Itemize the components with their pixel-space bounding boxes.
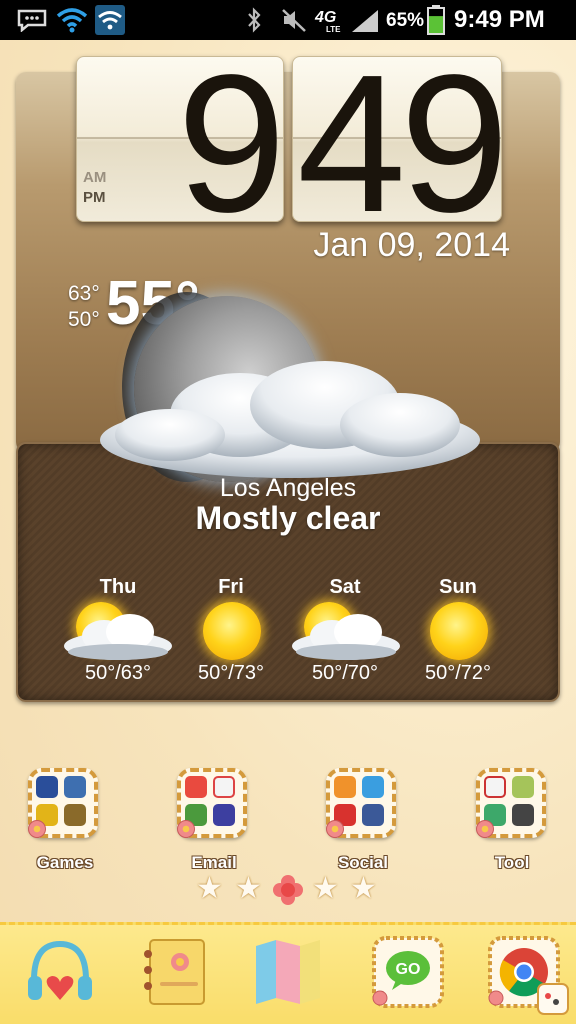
svg-text:GO: GO bbox=[396, 961, 421, 978]
battery-icon bbox=[427, 5, 445, 35]
weather-condition: Mostly clear bbox=[195, 500, 381, 536]
go-sms-app-icon[interactable]: GO bbox=[372, 936, 444, 1008]
battery-percent: 65% bbox=[386, 10, 425, 31]
signal-icon bbox=[352, 10, 378, 32]
high-temp: 63° bbox=[68, 282, 100, 305]
forecast-day-thu: Thu bbox=[99, 576, 137, 598]
low-temp: 50° bbox=[68, 308, 100, 331]
flower-badge-icon bbox=[28, 820, 46, 838]
sunny-icon bbox=[203, 602, 261, 660]
page-indicator-5[interactable]: ★ bbox=[350, 874, 377, 904]
folder-label-social: Social bbox=[337, 853, 389, 872]
forecast-range-thu: 50°/63° bbox=[84, 662, 152, 684]
page-indicator-4[interactable]: ★ bbox=[312, 874, 339, 904]
forecast-day-fri: Fri bbox=[218, 576, 244, 598]
clock-minutes: 49 bbox=[297, 56, 502, 222]
bluetooth-icon bbox=[248, 7, 261, 33]
music-app-icon[interactable] bbox=[24, 936, 96, 1008]
status-bar: 4G LTE 65% 9:49 PM bbox=[0, 0, 576, 40]
network-subtype: LTE bbox=[326, 25, 341, 34]
forecast-day-sun: Sun bbox=[439, 576, 477, 598]
sunny-icon bbox=[430, 602, 488, 660]
forecast-range-sun: 50°/72° bbox=[424, 662, 492, 684]
clock-minutes-card[interactable]: 49 bbox=[292, 56, 502, 222]
wifi-boxed-icon bbox=[95, 5, 125, 35]
flower-badge-icon bbox=[326, 820, 344, 838]
partly-cloudy-icon bbox=[64, 614, 172, 660]
folder-label-tool: Tool bbox=[494, 853, 530, 872]
launcher-menu-icon[interactable] bbox=[536, 982, 570, 1016]
clock-hour-card[interactable]: 9 AM PM bbox=[76, 56, 284, 222]
flower-badge-icon bbox=[476, 820, 494, 838]
forecast-range-fri: 50°/73° bbox=[197, 662, 265, 684]
partly-cloudy-icon bbox=[292, 614, 400, 660]
am-label: AM bbox=[83, 169, 107, 186]
bbm-icon bbox=[17, 9, 47, 32]
date-label: Jan 09, 2014 bbox=[313, 226, 510, 264]
status-time: 9:49 PM bbox=[454, 6, 545, 33]
folder-label-games: Games bbox=[36, 853, 94, 872]
folder-label-email: Email bbox=[191, 853, 237, 872]
page-indicator-current[interactable] bbox=[272, 874, 304, 906]
city-name: Los Angeles bbox=[219, 474, 357, 502]
page-indicator-2[interactable]: ★ bbox=[235, 874, 262, 904]
flower-badge-icon bbox=[177, 820, 195, 838]
contacts-app-icon[interactable] bbox=[140, 936, 212, 1008]
pm-label: PM bbox=[83, 189, 106, 206]
forecast-day-sat: Sat bbox=[329, 576, 361, 598]
cloud-icon bbox=[100, 361, 480, 478]
maps-app-icon[interactable] bbox=[252, 936, 324, 1008]
mute-icon bbox=[282, 9, 306, 32]
wifi-icon bbox=[56, 8, 88, 33]
clock-hour: 9 bbox=[177, 56, 283, 222]
page-indicator-1[interactable]: ★ bbox=[196, 874, 223, 904]
forecast-range-sat: 50°/70° bbox=[311, 662, 379, 684]
